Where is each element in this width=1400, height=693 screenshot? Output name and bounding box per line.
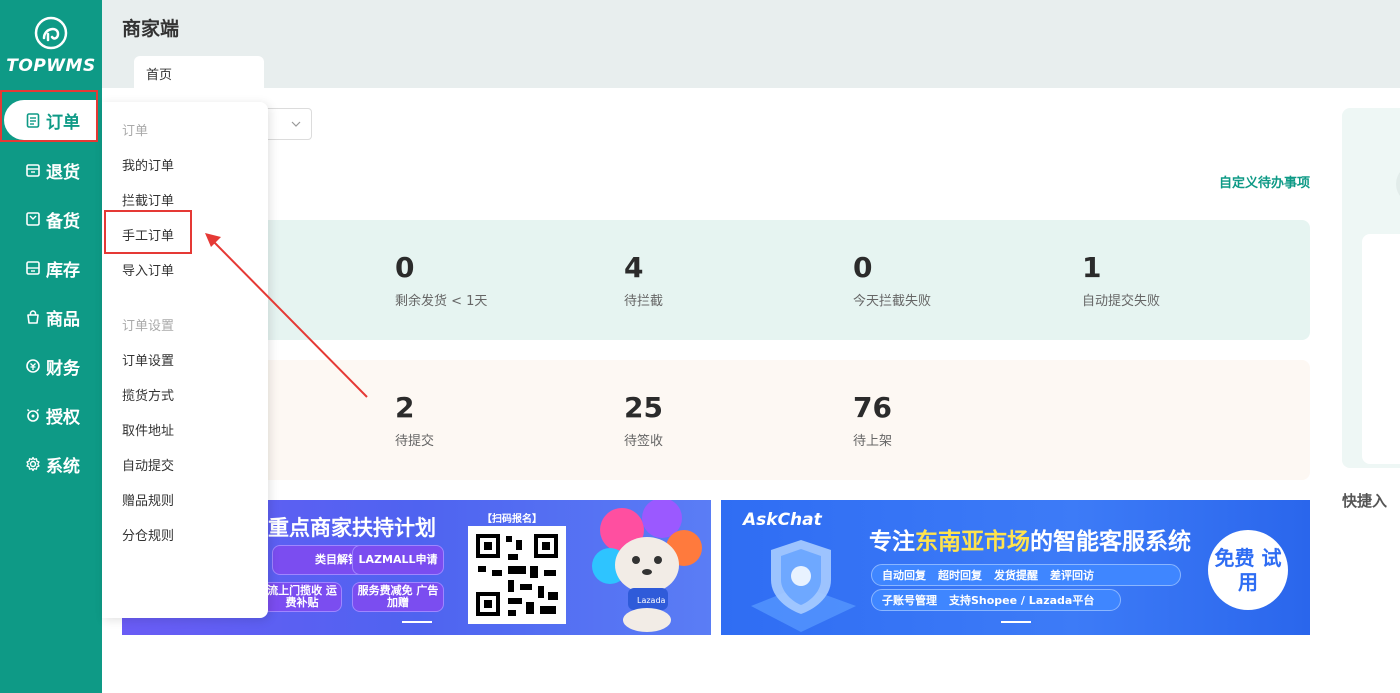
top-bar xyxy=(102,0,1400,88)
sidebar-item-goods[interactable]: 商品 xyxy=(0,297,102,337)
elephant-logo-icon xyxy=(34,16,68,50)
stat-value: 2 xyxy=(395,391,415,424)
submenu-group-title: 订单 xyxy=(122,124,149,139)
mascot-badge: Lazada xyxy=(637,596,666,605)
sidebar-item-label: 商品 xyxy=(46,309,80,330)
sidebar-item-label: 备货 xyxy=(46,211,80,232)
chevron-down-icon xyxy=(291,121,301,127)
authorize-icon xyxy=(26,408,40,422)
stat-label: 待提交 xyxy=(395,434,435,449)
carousel-indicator[interactable] xyxy=(402,621,432,623)
stat-value: 4 xyxy=(624,251,644,284)
stat-value: 0 xyxy=(853,251,873,284)
submenu-item-import-orders[interactable]: 导入订单 xyxy=(122,260,174,279)
page-title: 商家端 xyxy=(122,18,180,40)
panel-inner-card xyxy=(1362,234,1400,464)
stat-label: 待上架 xyxy=(853,434,893,449)
inventory-icon xyxy=(26,261,40,275)
submenu-item-intercepted-orders[interactable]: 拦截订单 xyxy=(122,190,174,209)
submenu-item-gift-rules[interactable]: 赠品规则 xyxy=(122,490,174,509)
stat-to-intercept[interactable]: 4 待拦截 xyxy=(624,250,663,309)
sidebar-item-inventory[interactable]: 库存 xyxy=(0,248,102,288)
submenu-item-warehouse-rules[interactable]: 分仓规则 xyxy=(122,525,174,544)
store-select[interactable] xyxy=(262,108,312,140)
highlight-box-manual-order xyxy=(104,210,192,254)
banner-askchat[interactable]: AskChat 专注东南亚市场的智能客服系统 自动回复 超时回复 发货提醒 差评… xyxy=(721,500,1310,635)
sidebar-item-system[interactable]: 系统 xyxy=(0,444,102,484)
logo-text: TOPWMS xyxy=(6,56,96,76)
stat-label: 待拦截 xyxy=(624,294,664,309)
quick-entry-title: 快捷入 xyxy=(1342,492,1388,510)
stat-label: 自动提交失败 xyxy=(1082,294,1161,309)
custom-todo-link[interactable]: 自定义待办事项 xyxy=(1160,172,1310,191)
finance-icon xyxy=(26,359,40,373)
submenu-group-title: 订单设置 xyxy=(122,319,175,334)
logo[interactable]: TOPWMS xyxy=(0,16,102,76)
banner-pill: 流上门揽收 运费补贴 xyxy=(262,582,342,612)
feature-item: 超时回复 xyxy=(938,569,982,582)
feature-item: 支持Shopee / Lazada平台 xyxy=(949,594,1095,607)
stat-to-sign[interactable]: 25 待签收 xyxy=(624,390,663,449)
title-highlight: 东南亚市场 xyxy=(915,529,1030,555)
carousel-indicator[interactable] xyxy=(1001,621,1031,623)
askchat-title: 专注东南亚市场的智能客服系统 xyxy=(869,522,1191,556)
qr-label: 【扫码报名】 xyxy=(482,514,542,525)
stat-value: 25 xyxy=(624,391,663,424)
stat-ship-within-1-day[interactable]: 0 剩余发货 < 1天 xyxy=(395,250,487,309)
shield-icon xyxy=(751,540,856,632)
sidebar-item-stock[interactable]: 备货 xyxy=(0,199,102,239)
stat-to-submit[interactable]: 2 待提交 xyxy=(395,390,434,449)
title-suffix: 的智能客服系统 xyxy=(1030,529,1191,555)
banner-pill: LAZMALL申请 xyxy=(352,545,444,575)
stat-auto-submit-failed[interactable]: 1 自动提交失败 xyxy=(1082,250,1160,309)
stat-label: 今天拦截失败 xyxy=(853,294,932,309)
stat-label: 待签收 xyxy=(624,434,664,449)
stat-intercept-failed-today[interactable]: 0 今天拦截失败 xyxy=(853,250,931,309)
sidebar-item-label: 退货 xyxy=(46,162,80,183)
goods-icon xyxy=(27,310,39,324)
feature-item: 自动回复 xyxy=(882,569,926,582)
tab-home[interactable]: 首页 xyxy=(134,56,264,88)
feature-pill-row1: 自动回复 超时回复 发货提醒 差评回访 xyxy=(871,564,1181,586)
submenu-item-my-orders[interactable]: 我的订单 xyxy=(122,155,174,174)
stat-label: 剩余发货 < 1天 xyxy=(395,294,488,309)
askchat-brand: AskChat xyxy=(743,510,822,530)
title-prefix: 专注 xyxy=(869,529,915,555)
stat-value: 76 xyxy=(853,391,892,424)
submenu-item-auto-submit[interactable]: 自动提交 xyxy=(122,455,174,474)
qr-code-icon xyxy=(468,526,566,624)
highlight-box-order-nav xyxy=(0,90,98,142)
free-trial-button[interactable]: 免费 试用 xyxy=(1208,530,1288,610)
gear-icon xyxy=(26,456,40,472)
sidebar-item-authorize[interactable]: 授权 xyxy=(0,395,102,435)
sidebar-item-label: 授权 xyxy=(46,407,80,428)
sidebar-item-label: 库存 xyxy=(46,260,80,281)
avatar xyxy=(1396,164,1400,204)
submenu-item-pickup-address[interactable]: 取件地址 xyxy=(122,420,174,439)
sidebar-item-finance[interactable]: 财务 xyxy=(0,346,102,386)
right-info-panel xyxy=(1342,108,1400,468)
stat-value: 1 xyxy=(1082,251,1102,284)
stat-value: 0 xyxy=(395,251,415,284)
feature-item: 发货提醒 xyxy=(994,569,1038,582)
feature-item: 差评回访 xyxy=(1050,569,1094,582)
submenu-item-pickup-method[interactable]: 揽货方式 xyxy=(122,385,174,404)
sidebar-item-label: 财务 xyxy=(46,358,80,379)
banner-pill: 服务费减免 广告加赠 xyxy=(352,582,444,612)
sidebar-item-label: 系统 xyxy=(46,456,80,477)
return-icon xyxy=(26,164,40,177)
sidebar-item-return[interactable]: 退货 xyxy=(0,150,102,190)
feature-pill-row2: 子账号管理 支持Shopee / Lazada平台 xyxy=(871,589,1121,611)
banner-title: 重点商家扶持计划 xyxy=(268,516,436,540)
stat-to-shelve[interactable]: 76 待上架 xyxy=(853,390,892,449)
feature-item: 子账号管理 xyxy=(882,594,937,607)
submenu-item-order-settings[interactable]: 订单设置 xyxy=(122,350,174,369)
stock-icon xyxy=(26,212,40,226)
annotation-arrow-icon xyxy=(205,233,368,398)
lazada-mascot-icon: Lazada xyxy=(592,500,702,632)
